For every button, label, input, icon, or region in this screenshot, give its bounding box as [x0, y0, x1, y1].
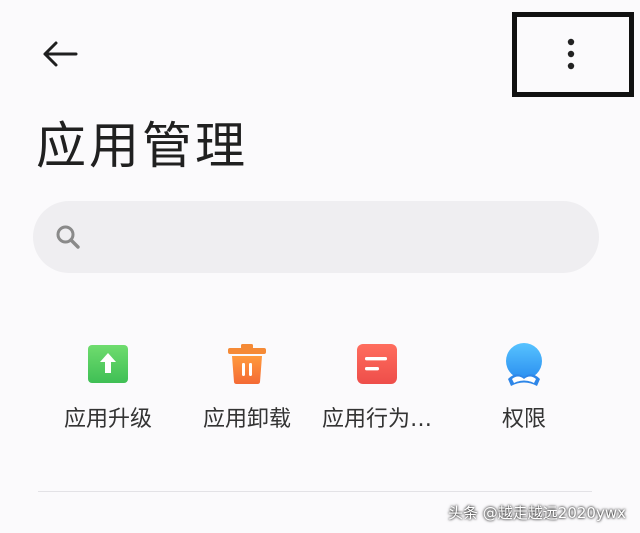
more-options-button[interactable] — [549, 30, 593, 78]
upgrade-icon-wrap — [80, 336, 136, 392]
shortcut-app-uninstall[interactable]: 应用卸载 — [183, 336, 311, 440]
section-divider — [38, 491, 592, 492]
search-bar[interactable] — [33, 201, 599, 273]
shortcut-label: 应用卸载 — [202, 407, 291, 432]
arrow-left-icon — [43, 41, 78, 67]
document-lines-icon — [357, 344, 397, 384]
permissions-icon-wrap — [496, 336, 552, 392]
uninstall-icon-wrap — [219, 336, 275, 392]
shortcut-permissions[interactable]: 权限 — [460, 336, 588, 440]
vertical-dots-icon — [567, 38, 575, 70]
shortcut-app-behavior[interactable]: 应用行为… — [313, 336, 441, 440]
shortcut-label: 应用升级 — [63, 407, 152, 432]
back-button[interactable] — [36, 34, 82, 74]
shortcut-app-upgrade[interactable]: 应用升级 — [44, 336, 172, 440]
search-input[interactable] — [91, 201, 599, 273]
upgrade-arrow-icon — [88, 345, 128, 383]
behavior-icon-wrap — [349, 336, 405, 392]
trash-icon — [228, 344, 266, 384]
page-title: 应用管理 — [36, 117, 248, 175]
shield-user-icon — [506, 343, 542, 386]
shortcut-label: 应用行为… — [321, 407, 432, 432]
watermark: 头条 @越走越远2020ywx — [448, 504, 626, 522]
shortcut-label: 权限 — [501, 407, 546, 432]
app-management-screen: 应用管理 应用升级 应用卸载 应用行为… 权限 头条 @越走越远2020ywx — [0, 0, 640, 533]
search-icon — [56, 225, 80, 249]
